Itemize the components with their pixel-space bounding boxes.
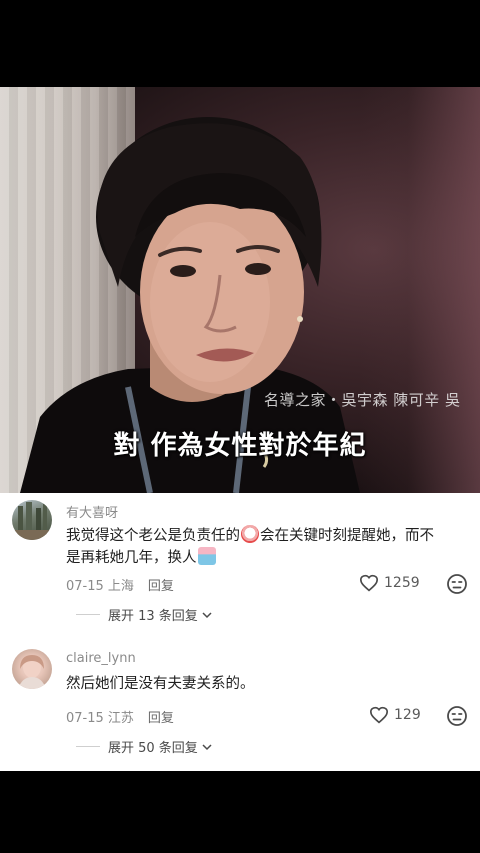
comment-username[interactable]: claire_lynn xyxy=(66,651,136,666)
chevron-down-icon xyxy=(202,611,212,618)
reply-button[interactable]: 回复 xyxy=(148,711,174,726)
comment-text-part: 我觉得这个老公是负责任的 xyxy=(66,528,240,544)
like-button[interactable]: 129 xyxy=(369,706,421,724)
avatar-image xyxy=(18,655,46,689)
divider xyxy=(76,614,100,615)
avatar-image xyxy=(12,502,52,540)
comment-date-location: 07-15 江苏 xyxy=(66,711,134,726)
expand-replies-button[interactable]: 展开 50 条回复 xyxy=(76,737,212,756)
comment-item: 有大喜呀 我觉得这个老公是负责任的 会在关键时刻提醒她，而不是再耗她几年，换人 0… xyxy=(0,493,480,633)
gift-emoji-icon xyxy=(197,547,216,565)
comment-item: claire_lynn 然后她们是没有夫妻关系的。 07-15 江苏 回复 129… xyxy=(0,648,480,768)
expand-replies-button[interactable]: 展开 13 条回复 xyxy=(76,605,212,624)
reply-button[interactable]: 回复 xyxy=(148,579,174,594)
video-player[interactable]: 名導之家・吳宇森 陳可辛 吳 對 作為女性對於年紀 xyxy=(0,87,480,493)
like-count: 129 xyxy=(394,707,421,723)
avatar[interactable] xyxy=(12,500,52,540)
video-subtitle: 對 作為女性對於年紀 xyxy=(113,431,367,461)
dislike-icon[interactable] xyxy=(446,705,468,727)
expand-replies-label: 展开 13 条回复 xyxy=(108,609,198,624)
screen: 名導之家・吳宇森 陳可辛 吳 對 作為女性對於年紀 有大喜呀 我觉得这个老公是负… xyxy=(0,0,480,853)
comment-date-location: 07-15 上海 xyxy=(66,579,134,594)
comment-list: 有大喜呀 我觉得这个老公是负责任的 会在关键时刻提醒她，而不是再耗她几年，换人 0… xyxy=(0,493,480,771)
chevron-down-icon xyxy=(202,743,212,750)
comment-text-part: 会在关键时刻提醒她，而不 xyxy=(260,528,434,544)
divider xyxy=(76,746,100,747)
comment-meta: 07-15 上海 回复 xyxy=(66,575,174,594)
comment-text-part: 是再耗她几年，换人 xyxy=(66,550,197,566)
comment-username[interactable]: 有大喜呀 xyxy=(66,502,118,521)
heart-icon xyxy=(359,574,379,592)
expand-replies-label: 展开 50 条回复 xyxy=(108,741,198,756)
dislike-icon[interactable] xyxy=(446,573,468,595)
like-button[interactable]: 1259 xyxy=(359,574,420,592)
comment-text: 我觉得这个老公是负责任的 会在关键时刻提醒她，而不是再耗她几年，换人 xyxy=(66,525,462,569)
heart-icon xyxy=(369,706,389,724)
video-watermark: 名導之家・吳宇森 陳可辛 吳 xyxy=(264,391,461,409)
clown-emoji-icon xyxy=(241,525,259,543)
comment-text: 然后她们是没有夫妻关系的。 xyxy=(66,676,255,692)
avatar[interactable] xyxy=(12,649,52,689)
like-count: 1259 xyxy=(384,575,420,591)
comment-meta: 07-15 江苏 回复 xyxy=(66,707,174,726)
